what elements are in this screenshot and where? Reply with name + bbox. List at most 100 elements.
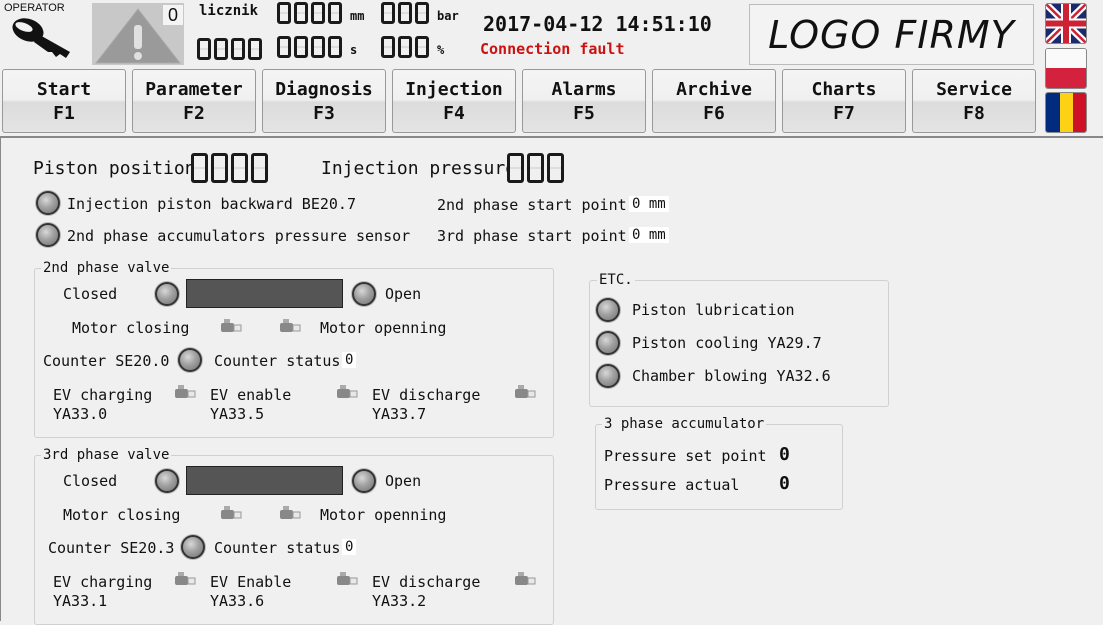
phase2-start-value: 0 mm: [629, 196, 669, 212]
nav-button-service[interactable]: Service F8: [912, 69, 1036, 133]
pressure-actual-label: Pressure actual: [604, 476, 740, 494]
injection-pressure-label: Injection pressure: [321, 158, 517, 179]
phase3-counter-status-label: Counter status: [214, 539, 341, 557]
nav-button-diagnosis[interactable]: Diagnosis F3: [262, 69, 386, 133]
phase2-counter-label: Counter SE20.0: [43, 352, 170, 370]
counter-bottom-display: [197, 38, 265, 64]
accumulator-group: [595, 424, 843, 510]
phase3-open-label: Open: [385, 472, 422, 490]
piston-position-display: [191, 153, 271, 187]
nav-button-alarms[interactable]: Alarms F5: [522, 69, 646, 133]
motor-icon: [221, 318, 243, 332]
phase2-ev-enable-code: YA33.5: [210, 405, 265, 423]
nav-button-label: Diagnosis: [275, 79, 373, 100]
ro-flag-icon: [1046, 93, 1086, 132]
nav-button-key: F5: [573, 103, 595, 124]
ev-enable-icon: [337, 571, 359, 585]
phase3-ev-charging-label: EV charging: [53, 573, 153, 591]
counter-label: licznik: [199, 3, 259, 19]
accumulator-sensor-indicator: [36, 223, 60, 247]
ev-discharge-icon: [515, 384, 537, 398]
pressure-set-point-label: Pressure set point: [604, 447, 767, 465]
phase2-ev-enable-label: EV enable: [210, 386, 292, 404]
nav-button-label: Archive: [676, 79, 752, 100]
phase2-counter-status-label: Counter status: [214, 352, 341, 370]
operator-label: OPERATOR: [4, 2, 65, 14]
phase2-valve-title: 2nd phase valve: [41, 260, 172, 276]
nav-button-charts[interactable]: Charts F7: [782, 69, 906, 133]
phase3-valve-position-bar: [186, 466, 343, 495]
nav-button-key: F7: [833, 103, 855, 124]
nav-button-injection[interactable]: Injection F4: [392, 69, 516, 133]
etc-item-lubrication: Piston lubrication: [632, 301, 795, 319]
phase2-motor-opening-label: Motor openning: [320, 319, 447, 337]
pressure-actual-value: 0: [779, 473, 790, 494]
phase2-ev-discharge-code: YA33.7: [372, 405, 427, 423]
phase3-ev-discharge-code: YA33.2: [372, 592, 427, 610]
phase3-ev-discharge-label: EV discharge: [372, 573, 481, 591]
motor-icon: [280, 505, 302, 519]
phase2-closed-label: Closed: [63, 285, 118, 303]
accumulator-sensor-label: 2nd phase accumulators pressure sensor: [67, 227, 411, 245]
etc-item-cooling: Piston cooling YA29.7: [632, 334, 822, 352]
nav-button-key: F2: [183, 103, 205, 124]
nav-button-key: F3: [313, 103, 335, 124]
flag-ro-button[interactable]: [1045, 92, 1087, 133]
piston-backward-label: Injection piston backward BE20.7: [67, 195, 356, 213]
nav-button-label: Service: [936, 79, 1012, 100]
ev-charging-icon: [175, 384, 197, 398]
phase3-counter-label: Counter SE20.3: [48, 539, 175, 557]
phase2-ev-discharge-label: EV discharge: [372, 386, 481, 404]
phase3-closed-label: Closed: [63, 472, 118, 490]
unit-s: s: [350, 43, 358, 57]
key-icon[interactable]: [10, 14, 76, 60]
etc-item-chamber-blowing: Chamber blowing YA32.6: [632, 367, 831, 385]
phase3-open-indicator: [352, 469, 376, 493]
percent-display: [381, 36, 432, 62]
injection-pressure-display: [507, 153, 567, 187]
phase2-open-label: Open: [385, 285, 422, 303]
unit-percent: %: [437, 43, 445, 57]
nav-button-label: Injection: [405, 79, 503, 100]
ev-charging-icon: [175, 571, 197, 585]
phase2-valve-position-bar: [186, 279, 343, 308]
company-logo: LOGO FIRMY: [749, 4, 1034, 65]
phase3-counter-indicator: [181, 535, 205, 559]
logo-text: LOGO FIRMY: [768, 13, 1015, 57]
nav-button-key: F4: [443, 103, 465, 124]
etc-title: ETC.: [597, 272, 635, 288]
phase3-ev-enable-code: YA33.6: [210, 592, 265, 610]
nav-button-label: Parameter: [145, 79, 243, 100]
counter-display: [277, 2, 345, 28]
piston-backward-indicator: [36, 191, 60, 215]
motor-icon: [280, 318, 302, 332]
phase3-closed-indicator: [155, 469, 179, 493]
connection-status: Connection fault: [480, 40, 625, 58]
flag-pl-button[interactable]: [1045, 48, 1087, 89]
lubrication-indicator: [596, 298, 620, 322]
unit-bar: bar: [437, 9, 459, 23]
cooling-indicator: [596, 331, 620, 355]
piston-position-label: Piston position: [33, 158, 196, 179]
phase3-start-label: 3rd phase start point: [437, 227, 627, 245]
phase2-start-label: 2nd phase start point: [437, 196, 627, 214]
phase3-counter-status-value: 0: [342, 539, 357, 555]
nav-button-start[interactable]: Start F1: [2, 69, 126, 133]
time-display: [277, 36, 345, 62]
phase3-ev-enable-label: EV Enable: [210, 573, 292, 591]
unit-mm: mm: [350, 9, 365, 23]
pressure-set-point-value: 0: [779, 444, 790, 465]
pl-flag-icon: [1046, 49, 1086, 88]
phase2-closed-indicator: [155, 282, 179, 306]
phase3-valve-title: 3rd phase valve: [41, 447, 172, 463]
alarm-count: 0: [163, 5, 183, 25]
flag-uk-button[interactable]: [1045, 3, 1087, 44]
motor-icon: [221, 505, 243, 519]
nav-button-key: F6: [703, 103, 725, 124]
nav-button-parameter[interactable]: Parameter F2: [132, 69, 256, 133]
phase3-motor-closing-label: Motor closing: [63, 506, 181, 524]
nav-button-label: Start: [36, 79, 92, 100]
datetime: 2017-04-12 14:51:10: [483, 12, 712, 36]
nav-button-archive[interactable]: Archive F6: [652, 69, 776, 133]
nav-button-key: F8: [963, 103, 985, 124]
